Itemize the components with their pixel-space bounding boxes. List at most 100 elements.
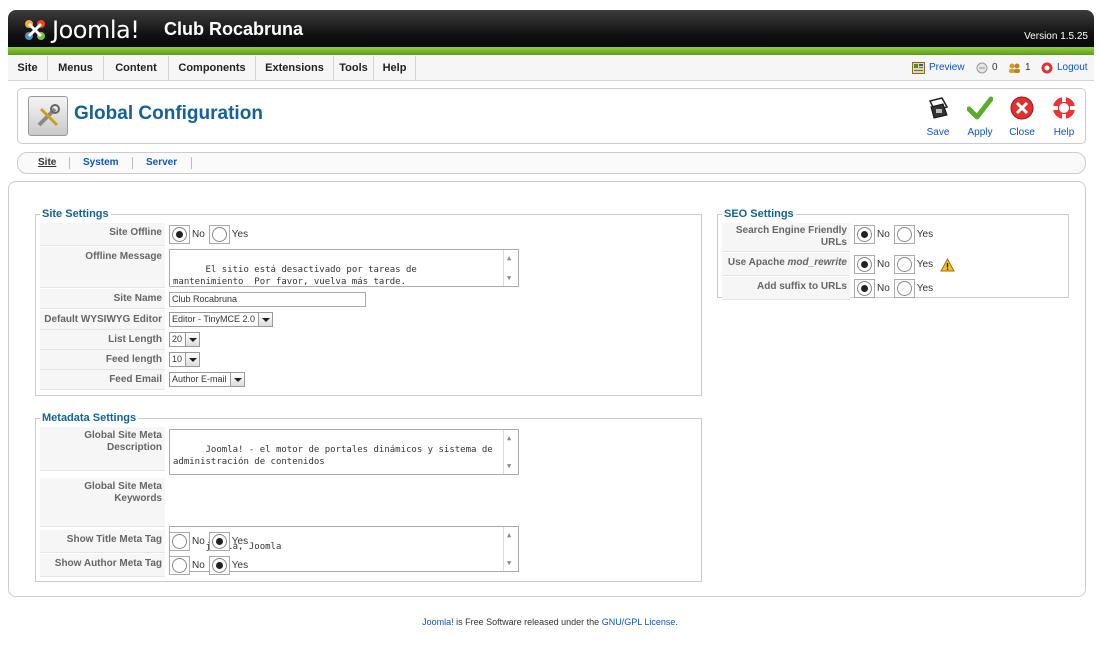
editor-value: Editor - TinyMCE 2.0 (172, 314, 256, 324)
show-author-no-radio[interactable] (172, 558, 187, 573)
menu-tools[interactable]: Tools (334, 56, 374, 80)
tab-server[interactable]: Server (146, 153, 177, 173)
site-offline-yes-label: Yes (231, 229, 249, 240)
site-offline-no-radio[interactable] (172, 227, 187, 242)
suffix-no-radio[interactable] (857, 281, 872, 296)
tab-separator (69, 157, 70, 169)
save-button[interactable]: Save (920, 95, 956, 138)
sef-urls-yes-radio[interactable] (896, 227, 912, 242)
main-menubar: Site Menus Content Components Extensions… (8, 56, 1094, 81)
show-title-yes-radio[interactable] (211, 534, 227, 549)
version-label: Version 1.5.25 (1024, 31, 1088, 42)
apply-label: Apply (967, 127, 993, 138)
logout-label: Logout (1057, 62, 1088, 73)
preview-link[interactable]: Preview (912, 56, 965, 80)
suffix-radios: No Yes (854, 279, 937, 298)
config-toolbar: Global Configuration Save Apply Close He… (17, 88, 1086, 144)
editor-label: Default WYSIWYG Editor (44, 314, 162, 325)
users-status[interactable]: 1 (1008, 56, 1031, 80)
show-author-label: Show Author Meta Tag (54, 558, 162, 569)
seo-settings-legend: SEO Settings (724, 208, 794, 220)
sef-urls-no-radio[interactable] (857, 227, 872, 242)
mod-rewrite-no-radio[interactable] (857, 257, 872, 272)
show-author-yes-radio[interactable] (211, 558, 227, 573)
feed-length-select[interactable]: 10 (169, 352, 201, 367)
help-button[interactable]: Help (1046, 95, 1082, 138)
joomla-logo: Joomla! (22, 15, 140, 45)
show-author-row: Show Author Meta Tag (40, 554, 165, 577)
show-title-row: Show Title Meta Tag (40, 530, 165, 553)
site-name-row: Site Name (40, 289, 165, 309)
show-title-yes-label: Yes (231, 536, 249, 547)
joomla-link[interactable]: Joomla! (422, 617, 454, 627)
menu-extensions[interactable]: Extensions (256, 56, 334, 80)
site-settings-fieldset: Site Settings Site Offline No Yes Offline… (35, 208, 702, 396)
feed-email-select[interactable]: Author E-mail (169, 372, 245, 387)
messages-count: 0 (992, 62, 998, 73)
meta-keywords-row: Global Site Meta Keywords (40, 478, 165, 527)
menu-site[interactable]: Site (8, 56, 48, 80)
site-name-label: Site Name (113, 293, 162, 304)
menu-menus[interactable]: Menus (48, 56, 104, 80)
close-button[interactable]: Close (1004, 95, 1040, 138)
meta-description-label: Global Site Meta Description (84, 430, 162, 453)
logo-text: Joomla! (52, 16, 140, 44)
feed-length-value: 10 (172, 354, 183, 364)
gpl-license-link[interactable]: GNU/GPL License (602, 617, 676, 627)
menu-content[interactable]: Content (104, 56, 169, 80)
offline-message-label: Offline Message (85, 251, 162, 262)
show-title-label: Show Title Meta Tag (66, 534, 162, 545)
tab-system[interactable]: System (83, 153, 119, 173)
joomla-logo-icon (25, 20, 45, 40)
sef-urls-row: Search Engine Friendly URLs (722, 223, 850, 252)
mod-rewrite-radios: No Yes (854, 255, 956, 274)
logout-link[interactable]: Logout (1041, 56, 1088, 80)
list-length-row: List Length (40, 330, 165, 350)
menu-help[interactable]: Help (374, 56, 416, 80)
tab-site[interactable]: Site (38, 153, 56, 173)
meta-description-text: Joomla! - el motor de portales dinámicos… (173, 445, 493, 467)
editor-select[interactable]: Editor - TinyMCE 2.0 (169, 312, 274, 327)
dropdown-arrow-icon (229, 373, 244, 386)
page-footer: Joomla! is Free Software released under … (0, 617, 1100, 627)
dropdown-arrow-icon (185, 353, 200, 366)
users-icon (1009, 63, 1020, 73)
show-title-no-label: No (192, 536, 205, 547)
textarea-scrollbar[interactable]: ▲ ▼ (503, 527, 518, 571)
mod-rewrite-yes-label: Yes (916, 259, 934, 270)
textarea-scrollbar[interactable]: ▲ ▼ (503, 430, 518, 474)
help-lifebuoy-icon (1053, 97, 1075, 119)
mod-rewrite-row: Use Apache mod_rewrite (722, 253, 850, 276)
config-content-panel: Site Settings Site Offline No Yes Offline… (8, 181, 1086, 597)
show-title-no-radio[interactable] (172, 534, 187, 549)
preview-icon (912, 62, 925, 74)
header-accent-bar (8, 47, 1094, 55)
suffix-yes-label: Yes (916, 283, 934, 294)
messages-status[interactable]: 0 (976, 56, 998, 80)
textarea-scrollbar[interactable]: ▲ ▼ (503, 250, 518, 286)
site-name: Club Rocabruna (164, 19, 304, 39)
feed-email-value: Author E-mail (172, 374, 227, 384)
suffix-label: Add suffix to URLs (757, 281, 847, 292)
save-label: Save (926, 127, 950, 138)
show-author-radios: No Yes (169, 556, 252, 575)
footer-end: . (675, 617, 678, 627)
site-name-input[interactable]: Club Rocabruna (169, 292, 366, 307)
warning-icon (940, 257, 956, 271)
site-offline-radios: No Yes (169, 225, 252, 244)
meta-description-textarea[interactable]: Joomla! - el motor de portales dinámicos… (169, 429, 519, 475)
offline-message-textarea[interactable]: El sitio está desactivado por tareas de … (169, 249, 519, 287)
apply-button[interactable]: Apply (962, 95, 998, 138)
page-title: Global Configuration (74, 103, 263, 124)
list-length-select[interactable]: 20 (169, 332, 201, 347)
mod-rewrite-yes-radio[interactable] (896, 257, 912, 272)
site-offline-yes-radio[interactable] (211, 227, 227, 242)
list-length-value: 20 (172, 334, 183, 344)
tab-separator (191, 157, 192, 169)
show-author-yes-label: Yes (231, 560, 249, 571)
site-offline-label: Site Offline (109, 227, 162, 238)
suffix-yes-radio[interactable] (896, 281, 912, 296)
config-tabs: Site System Server (17, 152, 1086, 174)
menu-components[interactable]: Components (169, 56, 256, 80)
tab-separator (132, 157, 133, 169)
